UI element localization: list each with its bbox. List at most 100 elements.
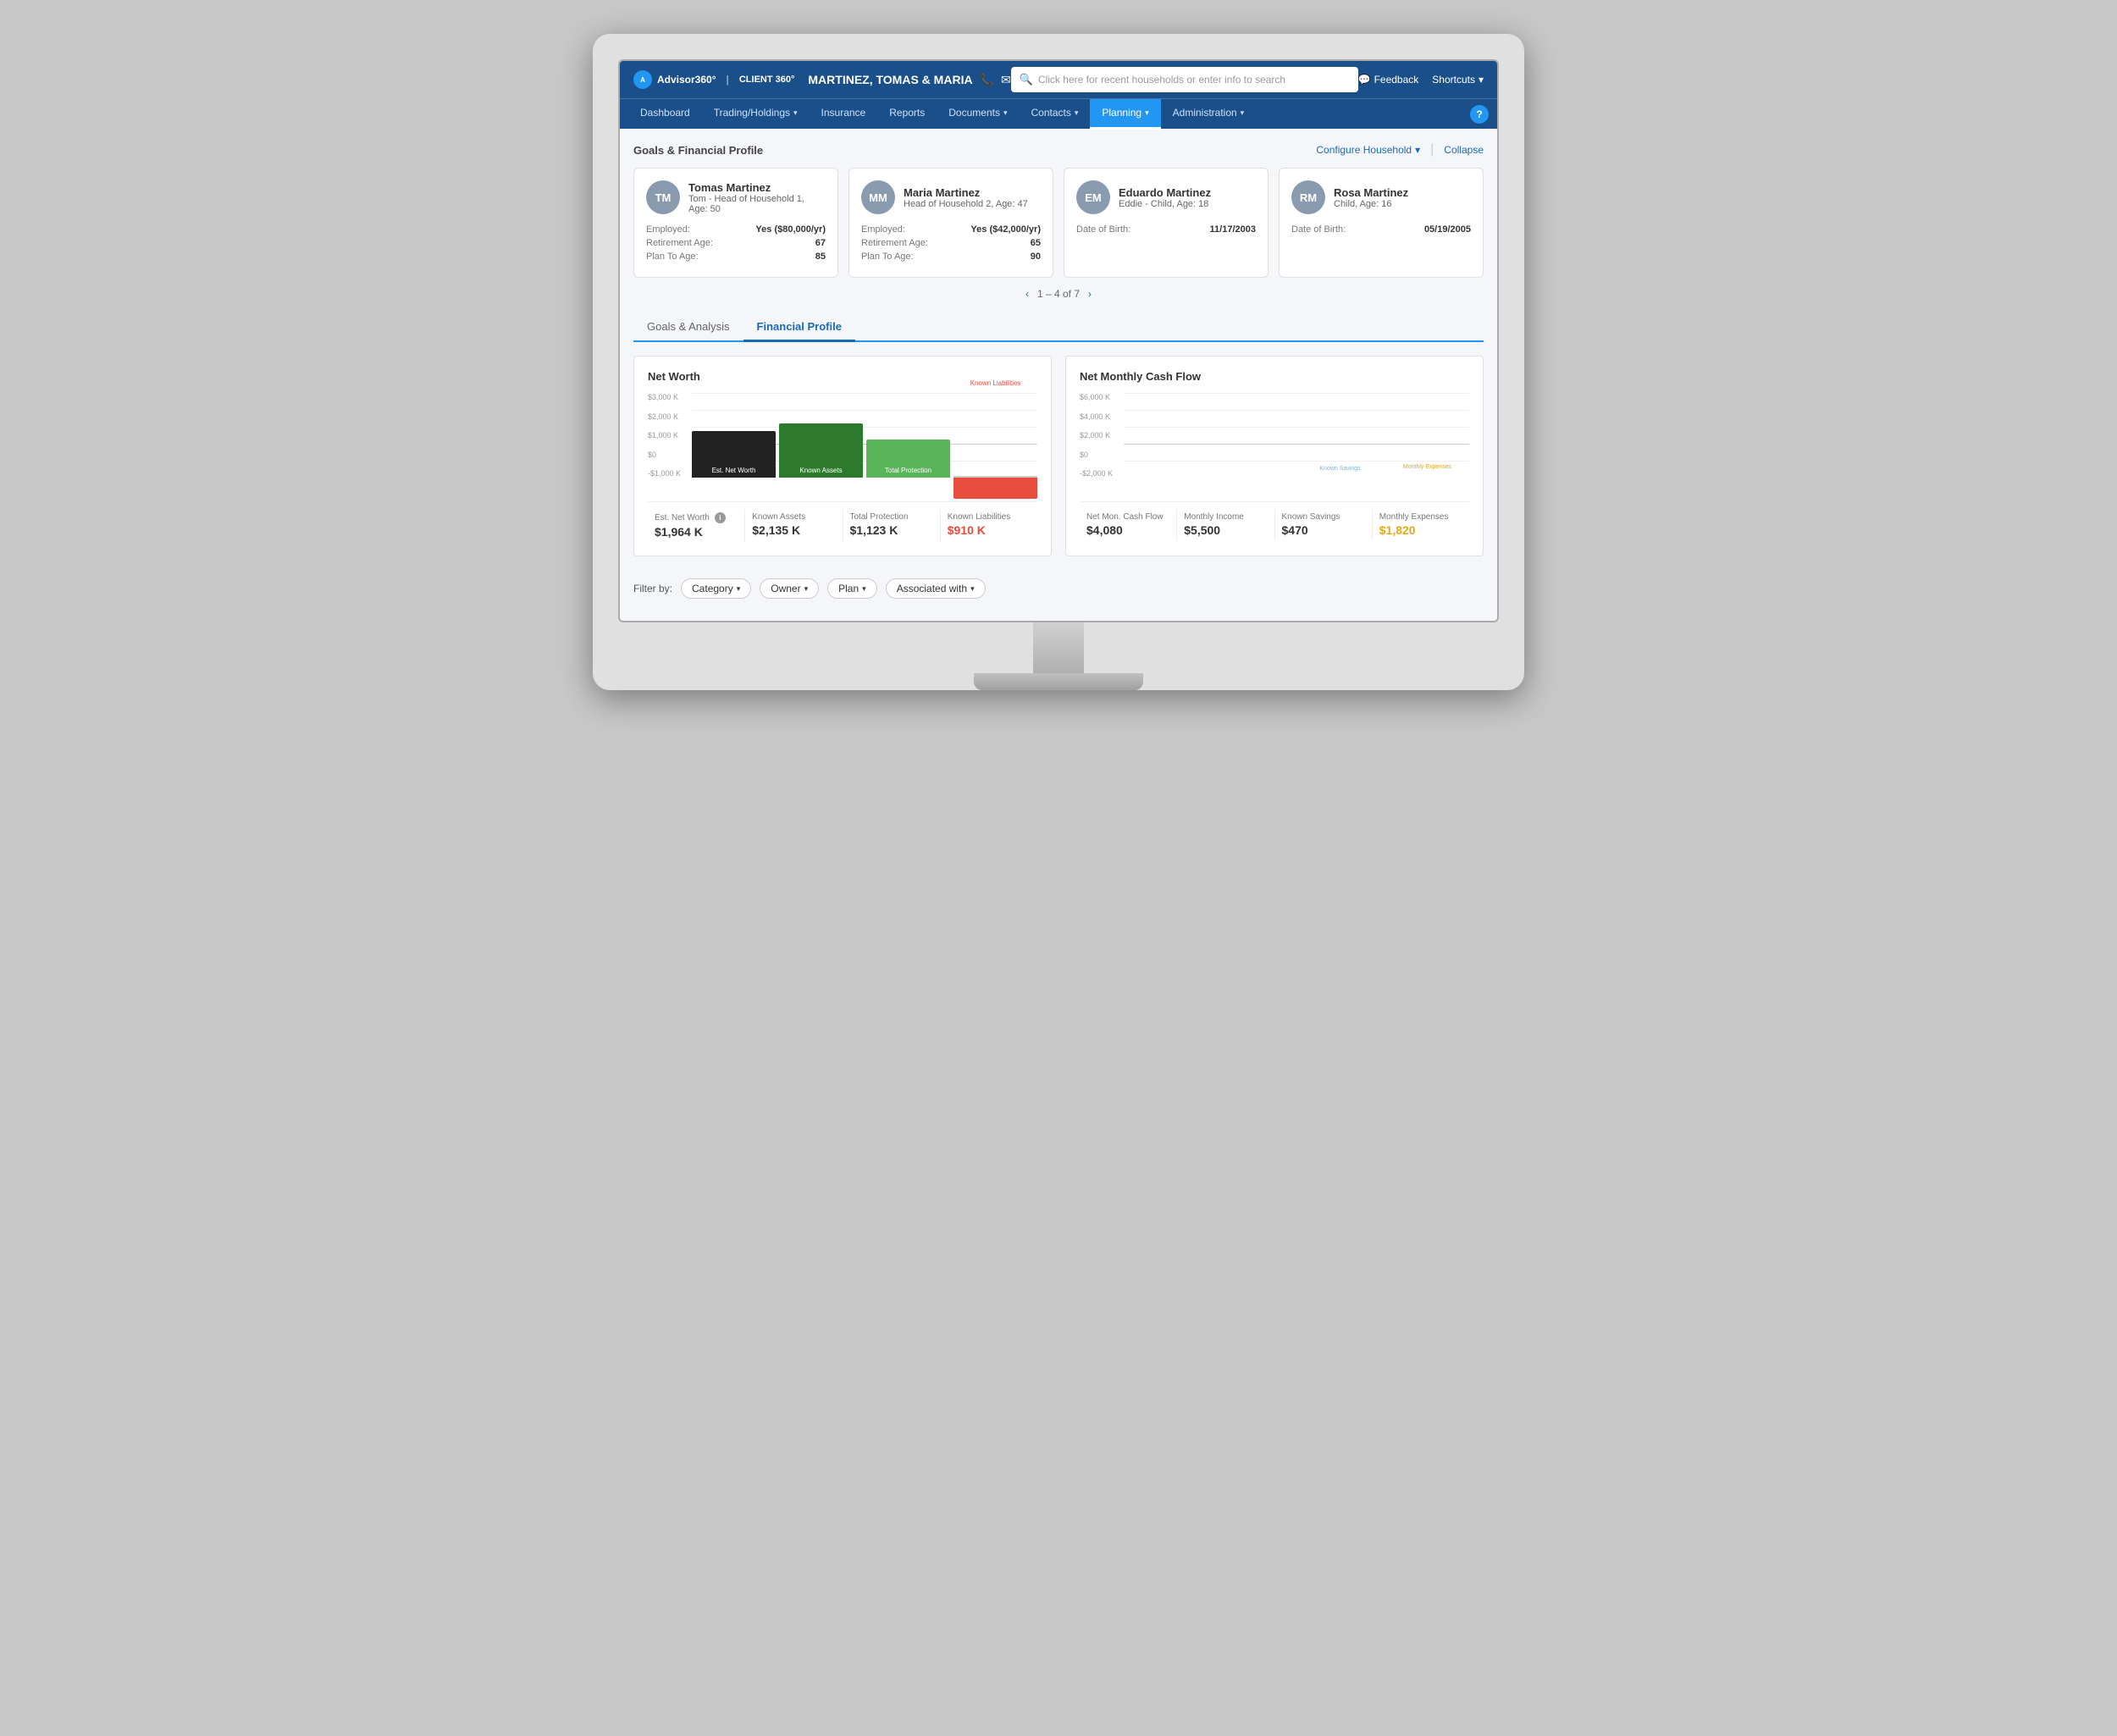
summary-value-liabilities: $910 K [948, 523, 1031, 537]
configure-chevron-icon: ▾ [1415, 144, 1420, 156]
bar-group-liabilities: Known Liabilities [953, 393, 1037, 478]
pagination-next[interactable]: › [1088, 288, 1092, 300]
tab-financial-profile[interactable]: Financial Profile [743, 313, 855, 342]
summary-value-protection: $1,123 K [850, 523, 933, 537]
avatar-eduardo: EM [1076, 180, 1110, 214]
bar-group-protection: Total Protection [866, 393, 950, 478]
nav-item-dashboard[interactable]: Dashboard [628, 99, 702, 130]
cash-flow-title: Net Monthly Cash Flow [1080, 370, 1469, 383]
contacts-chevron-icon: ▾ [1075, 108, 1079, 118]
person-card-eduardo: EM Eduardo Martinez Eddie - Child, Age: … [1064, 168, 1269, 278]
help-button[interactable]: ? [1470, 105, 1489, 124]
associated-chevron-icon: ▾ [970, 584, 975, 594]
feedback-button[interactable]: 💬 Feedback [1358, 74, 1419, 86]
filter-associated[interactable]: Associated with ▾ [886, 578, 986, 599]
configure-household-label: Configure Household [1316, 144, 1412, 156]
search-placeholder: Click here for recent households or ente… [1038, 74, 1285, 86]
category-chevron-icon: ▾ [737, 584, 741, 594]
detail-row: Plan To Age: 85 [646, 252, 826, 262]
collapse-button[interactable]: Collapse [1444, 144, 1484, 156]
advisor-logo-text: Advisor360° [657, 74, 716, 86]
cash-flow-y-labels: $6,000 K $4,000 K $2,000 K $0 -$2,000 K [1080, 393, 1120, 478]
info-icon[interactable]: i [715, 512, 726, 523]
summary-value-expenses: $1,820 [1379, 523, 1462, 537]
client360-text: CLIENT 360° [739, 75, 795, 85]
configure-household-button[interactable]: Configure Household ▾ [1316, 144, 1420, 156]
pagination-prev[interactable]: ‹ [1025, 288, 1029, 300]
shortcuts-label: Shortcuts [1432, 74, 1475, 86]
cash-flow-chart-area: $6,000 K $4,000 K $2,000 K $0 -$2,000 K [1080, 393, 1469, 495]
pagination-text: 1 – 4 of 7 [1037, 288, 1080, 300]
nav-dashboard-label: Dashboard [640, 107, 690, 119]
stand-neck [1033, 622, 1084, 673]
phone-icon[interactable]: 📞 [980, 73, 994, 87]
summary-value-savings: $470 [1282, 523, 1365, 537]
summary-networth: Est. Net Worth i $1,964 K [648, 509, 745, 542]
documents-chevron-icon: ▾ [1003, 108, 1008, 118]
summary-expenses: Monthly Expenses $1,820 [1373, 509, 1469, 540]
summary-value-assets: $2,135 K [752, 523, 835, 537]
nav-item-planning[interactable]: Planning ▾ [1090, 99, 1160, 130]
avatar-tomas: TM [646, 180, 680, 214]
filter-category[interactable]: Category ▾ [681, 578, 751, 599]
feedback-label: Feedback [1374, 74, 1419, 86]
stand-base [974, 673, 1143, 690]
feedback-icon: 💬 [1358, 74, 1371, 86]
search-bar[interactable]: 🔍 Click here for recent households or en… [1011, 67, 1358, 92]
nav-item-documents[interactable]: Documents ▾ [937, 99, 1019, 130]
person-card-header: TM Tomas Martinez Tom - Head of Househol… [646, 180, 826, 214]
tab-goals-analysis[interactable]: Goals & Analysis [633, 313, 743, 342]
net-worth-bars: Est. Net Worth Known Assets [692, 393, 1037, 478]
nav-item-contacts[interactable]: Contacts ▾ [1020, 99, 1091, 130]
nav-item-insurance[interactable]: Insurance [810, 99, 878, 130]
search-icon: 🔍 [1020, 73, 1033, 86]
detail-row: Date of Birth: 11/17/2003 [1076, 224, 1256, 235]
bar-group-assets: Known Assets [779, 393, 863, 478]
plan-chevron-icon: ▾ [862, 584, 866, 594]
person-role-eduardo: Eddie - Child, Age: 18 [1119, 199, 1211, 209]
contact-icons: 📞 ✉ [980, 73, 1011, 87]
email-icon[interactable]: ✉ [1001, 73, 1011, 87]
person-details-rosa: Date of Birth: 05/19/2005 [1291, 224, 1471, 235]
shortcuts-button[interactable]: Shortcuts ▾ [1432, 74, 1484, 86]
summary-value-cashflow: $4,080 [1086, 523, 1169, 537]
cash-flow-summary: Net Mon. Cash Flow $4,080 Monthly Income… [1080, 501, 1469, 540]
avatar-rosa: RM [1291, 180, 1325, 214]
person-cards-grid: TM Tomas Martinez Tom - Head of Househol… [633, 168, 1484, 278]
person-role-tomas: Tom - Head of Household 1, Age: 50 [688, 194, 826, 214]
person-name-maria: Maria Martinez [904, 186, 1028, 199]
net-worth-chart: Net Worth $3,000 K $2,000 K $1,000 K $0 … [633, 356, 1052, 556]
net-worth-chart-area: $3,000 K $2,000 K $1,000 K $0 -$1,000 K [648, 393, 1037, 495]
detail-row: Retirement Age: 67 [646, 238, 826, 248]
nav-item-administration[interactable]: Administration ▾ [1161, 99, 1257, 130]
filter-label: Filter by: [633, 583, 672, 594]
bar-networth: Est. Net Worth [692, 431, 776, 478]
person-name-eduardo: Eduardo Martinez [1119, 186, 1211, 199]
detail-row: Plan To Age: 90 [861, 252, 1041, 262]
owner-chevron-icon: ▾ [804, 584, 809, 594]
person-role-rosa: Child, Age: 16 [1334, 199, 1408, 209]
person-card-header: MM Maria Martinez Head of Household 2, A… [861, 180, 1041, 214]
logo-area: A Advisor360° | CLIENT 360° [633, 70, 794, 89]
net-worth-y-labels: $3,000 K $2,000 K $1,000 K $0 -$1,000 K [648, 393, 688, 478]
summary-savings: Known Savings $470 [1275, 509, 1373, 540]
nav-item-reports[interactable]: Reports [877, 99, 937, 130]
monitor-stand [618, 622, 1499, 690]
section-actions: Configure Household ▾ | Collapse [1316, 142, 1484, 158]
nav-item-trading[interactable]: Trading/Holdings ▾ [702, 99, 810, 130]
nav-bar: Dashboard Trading/Holdings ▾ Insurance R… [620, 98, 1497, 129]
main-content: Goals & Financial Profile Configure Hous… [620, 129, 1497, 621]
top-right-actions: 💬 Feedback Shortcuts ▾ [1358, 74, 1484, 86]
detail-row: Employed: Yes ($42,000/yr) [861, 224, 1041, 235]
section-header: Goals & Financial Profile Configure Hous… [633, 142, 1484, 158]
summary-value-income: $5,500 [1184, 523, 1267, 537]
filter-plan[interactable]: Plan ▾ [827, 578, 877, 599]
filter-owner[interactable]: Owner ▾ [760, 578, 819, 599]
summary-income: Monthly Income $5,500 [1177, 509, 1274, 540]
detail-row: Retirement Age: 65 [861, 238, 1041, 248]
household-name: MARTINEZ, TOMAS & MARIA [808, 73, 972, 86]
filter-bar: Filter by: Category ▾ Owner ▾ Plan ▾ Ass… [633, 570, 1484, 607]
cash-flow-chart: Net Monthly Cash Flow $6,000 K $4,000 K … [1065, 356, 1484, 556]
detail-row: Employed: Yes ($80,000/yr) [646, 224, 826, 235]
summary-value-networth: $1,964 K [655, 525, 738, 539]
